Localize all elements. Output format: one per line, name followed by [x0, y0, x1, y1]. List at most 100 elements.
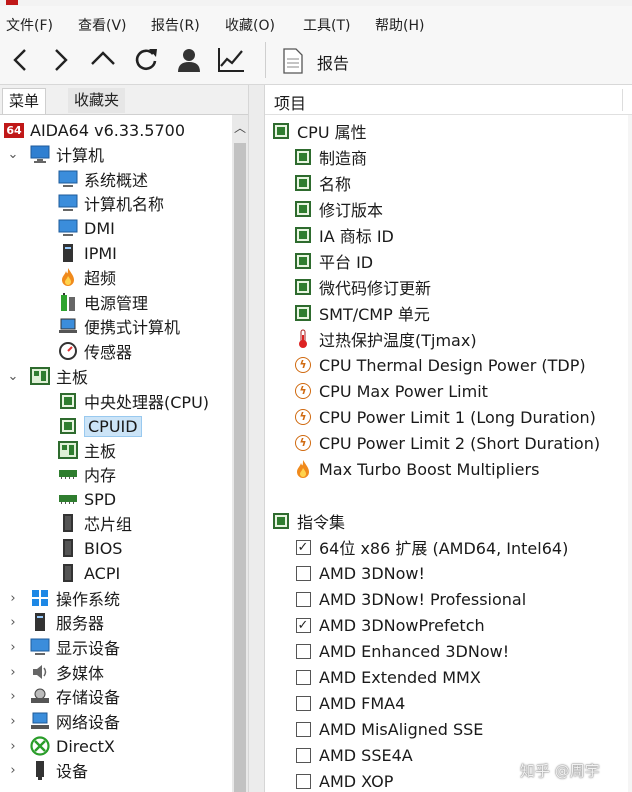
tree-item-cpuid[interactable]: CPUID — [58, 414, 142, 438]
menu-tools[interactable]: 工具(T) — [303, 15, 350, 35]
panel-splitter[interactable] — [248, 85, 265, 792]
chevron-down-icon[interactable]: ⌄ — [6, 142, 20, 166]
tree-item-server[interactable]: 服务器 — [30, 610, 104, 634]
column-separator[interactable] — [622, 89, 623, 111]
menu-favorites[interactable]: 收藏(O) — [225, 15, 275, 35]
tree-item-label: 多媒体 — [56, 664, 105, 683]
tree-item-motherboard-group[interactable]: 主板 — [30, 364, 88, 388]
list-item[interactable]: Max Turbo Boost Multipliers — [293, 456, 539, 482]
list-item[interactable]: 名称 — [293, 170, 351, 196]
chevron-right-icon[interactable]: › — [6, 586, 20, 610]
group-cpu-properties[interactable]: CPU 属性 — [271, 118, 367, 144]
chevron-right-icon[interactable]: › — [6, 709, 20, 733]
list-item[interactable]: AMD MisAligned SSE — [293, 716, 483, 742]
list-item[interactable]: ϟ CPU Power Limit 2 (Short Duration) — [293, 430, 600, 456]
server-icon — [30, 612, 50, 632]
list-item[interactable]: ✓ AMD 3DNowPrefetch — [293, 612, 485, 638]
list-item[interactable]: SMT/CMP 单元 — [293, 300, 430, 326]
chevron-right-icon[interactable]: › — [6, 684, 20, 708]
tree-item-portable[interactable]: 便携式计算机 — [58, 314, 180, 338]
tree-item-spd[interactable]: SPD — [58, 487, 116, 511]
chevron-right-icon[interactable]: › — [6, 610, 20, 634]
chevron-up-icon[interactable]: ︿ — [232, 119, 248, 135]
list-item[interactable]: AMD XOP — [293, 768, 393, 792]
list-item[interactable]: AMD SSE4A — [293, 742, 413, 768]
refresh-button[interactable] — [129, 42, 163, 78]
tree-item-display[interactable]: 显示设备 — [30, 635, 120, 659]
tree-item-system-summary[interactable]: 系统概述 — [58, 167, 148, 191]
tree-item-power[interactable]: 电源管理 — [58, 290, 148, 314]
power-icon: ϟ — [293, 381, 313, 401]
tree-item-computer-name[interactable]: 计算机名称 — [58, 191, 164, 215]
list-item[interactable]: 修订版本 — [293, 196, 383, 222]
chevron-right-icon[interactable]: › — [6, 758, 20, 782]
tree-item-devices[interactable]: 设备 — [30, 758, 88, 782]
list-item[interactable]: 过热保护温度(Tjmax) — [293, 326, 477, 352]
laptop-icon — [58, 316, 78, 336]
up-button[interactable] — [86, 42, 120, 78]
tree-item-computer[interactable]: 计算机 — [30, 142, 104, 166]
list-item[interactable]: AMD FMA4 — [293, 690, 405, 716]
cpu-icon — [293, 147, 313, 167]
tree-item-label: ACPI — [84, 563, 121, 583]
user-button[interactable] — [172, 42, 206, 78]
tree-item-label: AIDA64 v6.33.5700 — [30, 120, 185, 140]
list-item[interactable]: AMD 3DNow! Professional — [293, 586, 526, 612]
tree-item-storage[interactable]: 存储设备 — [30, 684, 120, 708]
column-header-item[interactable]: 项目 — [274, 90, 306, 114]
cpu-icon — [293, 303, 313, 323]
list-item[interactable]: ϟ CPU Thermal Design Power (TDP) — [293, 352, 586, 378]
list-item-label: Max Turbo Boost Multipliers — [319, 459, 540, 479]
tree-item-memory[interactable]: 内存 — [58, 462, 116, 486]
list-item[interactable]: ϟ CPU Power Limit 1 (Long Duration) — [293, 404, 596, 430]
list-item-label: 过热保护温度(Tjmax) — [319, 331, 477, 350]
aida64-logo-icon: 64 — [4, 122, 24, 138]
tree-item-network[interactable]: 网络设备 — [30, 709, 120, 733]
benchmark-button[interactable] — [214, 42, 248, 78]
back-button[interactable] — [4, 42, 38, 78]
tree-item-aida64[interactable]: 64 AIDA64 v6.33.5700 — [4, 118, 185, 142]
report-icon[interactable] — [282, 48, 304, 74]
tree-item-cpu[interactable]: 中央处理器(CPU) — [58, 389, 209, 413]
menu-report[interactable]: 报告(R) — [151, 15, 200, 35]
tree-item-motherboard[interactable]: 主板 — [58, 438, 116, 462]
list-item[interactable]: IA 商标 ID — [293, 222, 394, 248]
tree-item-ipmi[interactable]: IPMI — [58, 241, 117, 265]
menu-view[interactable]: 查看(V) — [78, 15, 127, 35]
tree-item-dmi[interactable]: DMI — [58, 216, 115, 240]
group-instruction-set[interactable]: 指令集 — [271, 508, 345, 534]
report-button-label[interactable]: 报告 — [317, 50, 349, 74]
gauge-icon — [58, 341, 78, 361]
tab-favorites[interactable]: 收藏夹 — [68, 88, 126, 113]
menu-file[interactable]: 文件(F) — [6, 15, 53, 35]
tree-item-sensor[interactable]: 传感器 — [58, 339, 132, 363]
list-item[interactable]: AMD 3DNow! — [293, 560, 425, 586]
list-item-label: 名称 — [319, 175, 352, 194]
back-icon — [13, 49, 26, 71]
tree-item-chipset[interactable]: 芯片组 — [58, 511, 132, 535]
chevron-right-icon[interactable]: › — [6, 734, 20, 758]
tree-item-overclock[interactable]: 超频 — [58, 265, 116, 289]
chevron-down-icon[interactable]: ⌄ — [6, 364, 20, 388]
menu-help[interactable]: 帮助(H) — [375, 15, 424, 35]
list-item[interactable]: 平台 ID — [293, 248, 373, 274]
tree-item-os[interactable]: 操作系统 — [30, 586, 120, 610]
tree-scrollbar[interactable]: ︿ — [232, 115, 248, 792]
list-item[interactable]: 制造商 — [293, 144, 367, 170]
list-item[interactable]: AMD Enhanced 3DNow! — [293, 638, 509, 664]
tree-item-multimedia[interactable]: 多媒体 — [30, 660, 104, 684]
chevron-right-icon[interactable]: › — [6, 635, 20, 659]
forward-button[interactable] — [44, 42, 78, 78]
list-item[interactable]: AMD Extended MMX — [293, 664, 481, 690]
list-item[interactable]: ✓ 64位 x86 扩展 (AMD64, Intel64) — [293, 534, 568, 560]
list-item[interactable]: ϟ CPU Max Power Limit — [293, 378, 488, 404]
tab-menu[interactable]: 菜单 — [2, 88, 47, 114]
tree-item-acpi[interactable]: ACPI — [58, 561, 120, 585]
tree-scrollbar-thumb[interactable] — [234, 143, 246, 792]
chevron-right-icon[interactable]: › — [6, 660, 20, 684]
tree-item-bios[interactable]: BIOS — [58, 536, 122, 560]
navigation-tree: 64 AIDA64 v6.33.5700 ⌄ 计算机 系统概述 计算机名称 DM… — [0, 115, 232, 792]
tree-item-directx[interactable]: DirectX — [30, 734, 115, 758]
list-item[interactable]: 微代码修订更新 — [293, 274, 431, 300]
cpu-icon — [271, 511, 291, 531]
